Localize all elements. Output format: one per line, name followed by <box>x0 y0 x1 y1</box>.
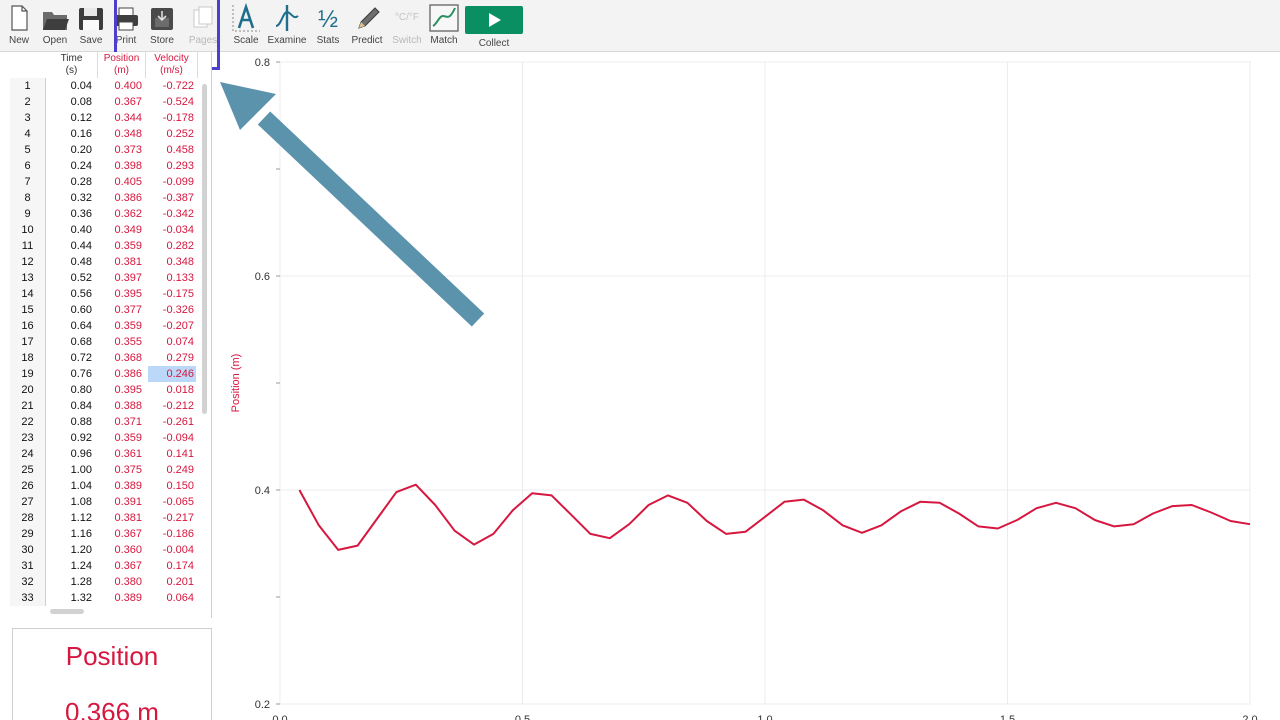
annotation-arrow-layer <box>220 82 485 327</box>
annotation-arrow-icon <box>220 82 485 327</box>
logger-app-window: New Open Save Print Store Pages Scale Ex… <box>0 0 1280 720</box>
